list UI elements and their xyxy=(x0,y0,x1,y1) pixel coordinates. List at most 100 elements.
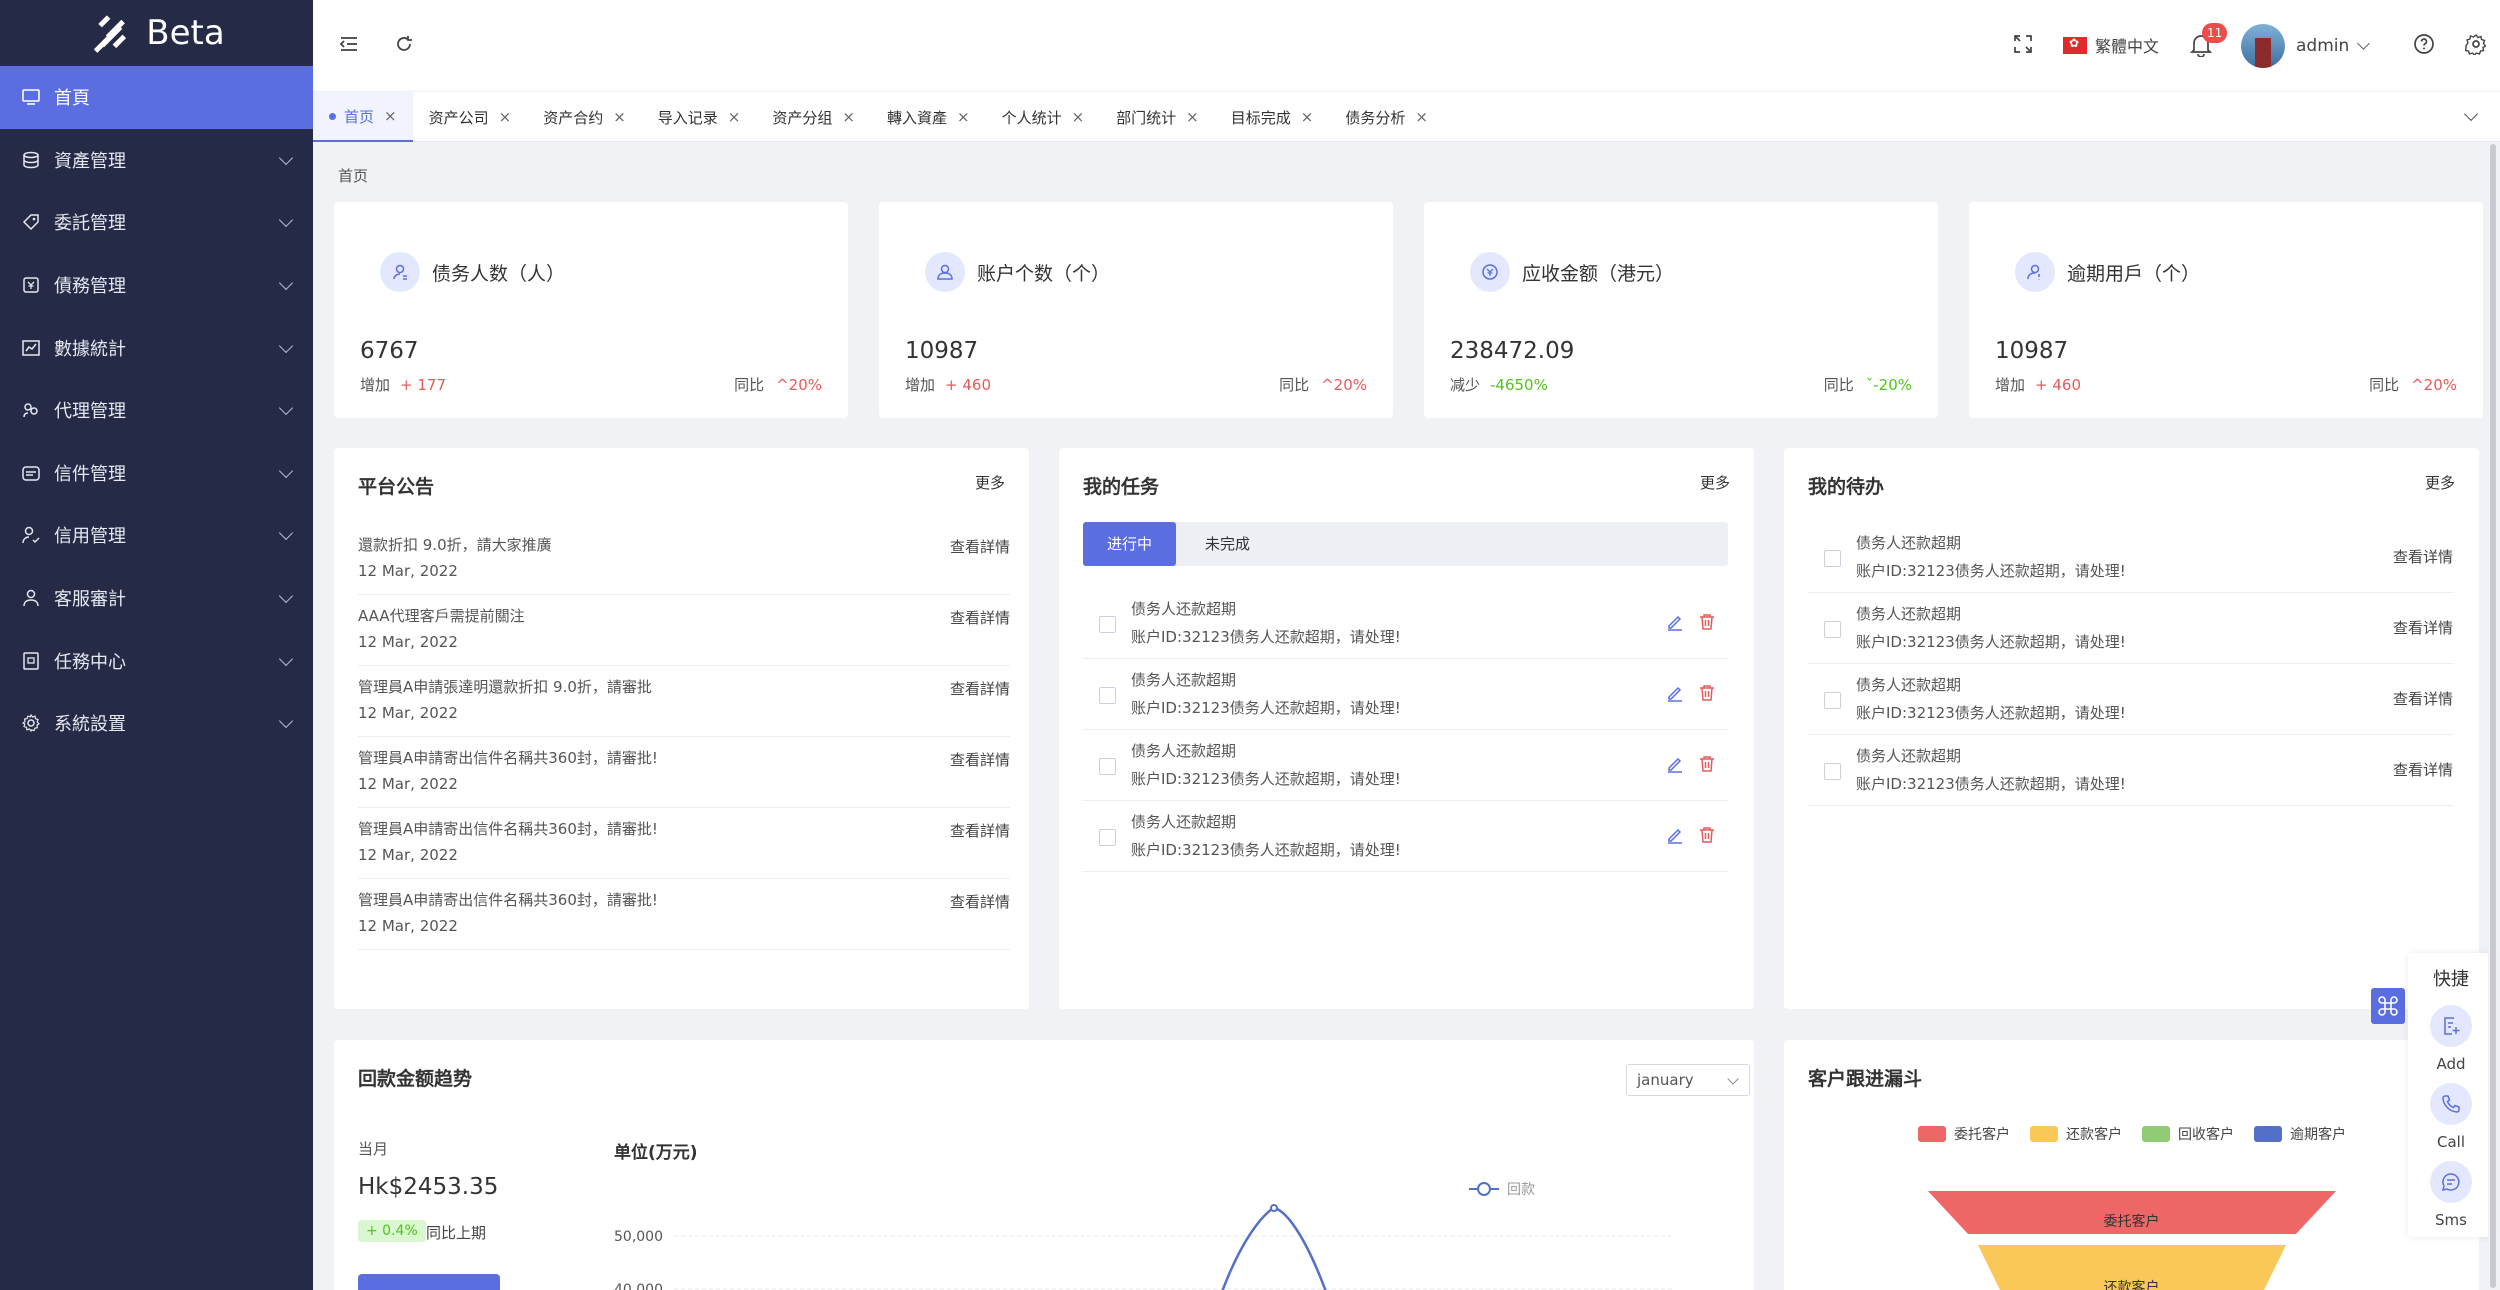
close-icon[interactable]: × xyxy=(613,108,626,126)
task-checkbox[interactable] xyxy=(1099,829,1116,846)
close-icon[interactable]: × xyxy=(1186,108,1199,126)
fullscreen-icon[interactable] xyxy=(2011,32,2035,56)
sidebar-item-8[interactable]: 信用管理 xyxy=(0,504,313,567)
todo-checkbox[interactable] xyxy=(1824,621,1841,638)
series-legend-label[interactable]: 回款 xyxy=(1507,1182,1535,1198)
trash-icon[interactable] xyxy=(1698,684,1716,706)
month-select[interactable]: january xyxy=(1626,1064,1750,1096)
language-switch[interactable]: 繁體中文 xyxy=(2063,33,2159,57)
avatar[interactable] xyxy=(2241,24,2285,68)
sidebar-item-1[interactable]: 首頁 xyxy=(0,66,313,129)
account-icon xyxy=(925,252,965,292)
tab-1[interactable]: 首页 × xyxy=(313,92,413,142)
task-row: 债务人还款超期 账户ID:32123债务人还款超期，请处理! xyxy=(1083,801,1728,872)
task-checkbox[interactable] xyxy=(1099,616,1116,633)
tab-6[interactable]: 轉入資產 × xyxy=(871,92,986,142)
announcement-detail-link[interactable]: 查看詳情 xyxy=(950,891,1010,912)
trend-action-button[interactable] xyxy=(358,1274,500,1290)
announcement-detail-link[interactable]: 查看詳情 xyxy=(950,678,1010,699)
todo-title: 债务人还款超期 xyxy=(1856,605,1962,623)
tab-7[interactable]: 个人统计 × xyxy=(986,92,1101,142)
trend-panel: 回款金额趋势 january 当月 Hk$2453.35 + 0.4% 同比上期… xyxy=(334,1040,1754,1290)
chevron-down-icon[interactable] xyxy=(2357,37,2370,50)
edit-icon[interactable] xyxy=(1666,755,1684,777)
tab-in-progress[interactable]: 进行中 xyxy=(1083,522,1177,566)
tasks-more-link[interactable]: 更多 xyxy=(1700,472,1730,493)
announcements-more-link[interactable]: 更多 xyxy=(975,472,1005,493)
close-icon[interactable]: × xyxy=(1072,108,1085,126)
close-icon[interactable]: × xyxy=(842,108,855,126)
tab-3[interactable]: 资产合约 × xyxy=(527,92,642,142)
todo-detail-link[interactable]: 查看详情 xyxy=(2393,617,2453,638)
sidebar-item-9[interactable]: 客服審計 xyxy=(0,567,313,630)
announcement-detail-link[interactable]: 查看詳情 xyxy=(950,607,1010,628)
trash-icon[interactable] xyxy=(1698,613,1716,635)
quick-add-button[interactable]: Add xyxy=(2408,1005,2494,1073)
close-icon[interactable]: × xyxy=(957,108,970,126)
edit-icon[interactable] xyxy=(1666,684,1684,706)
sidebar-item-7[interactable]: 信件管理 xyxy=(0,442,313,505)
close-icon[interactable]: × xyxy=(1301,108,1314,126)
gear-icon[interactable] xyxy=(2464,32,2488,56)
sidebar-item-11[interactable]: 系統設置 xyxy=(0,692,313,755)
todo-detail-link[interactable]: 查看详情 xyxy=(2393,759,2453,780)
quick-sms-button[interactable]: Sms xyxy=(2408,1161,2494,1229)
edit-icon[interactable] xyxy=(1666,826,1684,848)
quick-sms-label: Sms xyxy=(2435,1211,2467,1229)
todo-detail-link[interactable]: 查看详情 xyxy=(2393,688,2453,709)
tab-2[interactable]: 资产公司 × xyxy=(413,92,528,142)
help-icon[interactable] xyxy=(2412,32,2436,56)
quick-call-button[interactable]: Call xyxy=(2408,1083,2494,1151)
task-checkbox[interactable] xyxy=(1099,758,1116,775)
trash-icon[interactable] xyxy=(1698,826,1716,848)
close-icon[interactable]: × xyxy=(1415,108,1428,126)
tab-incomplete[interactable]: 未完成 xyxy=(1181,522,1274,566)
tab-8[interactable]: 部门统计 × xyxy=(1100,92,1215,142)
sidebar-item-3[interactable]: 委託管理 xyxy=(0,191,313,254)
announcement-detail-link[interactable]: 查看詳情 xyxy=(950,820,1010,841)
user-link-icon xyxy=(22,526,40,544)
todos-more-link[interactable]: 更多 xyxy=(2425,472,2455,493)
database-icon xyxy=(22,151,40,169)
announcement-detail-link[interactable]: 查看詳情 xyxy=(950,536,1010,557)
username[interactable]: admin xyxy=(2296,36,2349,56)
close-icon[interactable]: × xyxy=(384,107,397,125)
scrollbar-thumb[interactable] xyxy=(2490,144,2496,1288)
chevron-down-icon xyxy=(278,213,294,228)
refresh-icon[interactable] xyxy=(392,32,416,56)
todo-checkbox[interactable] xyxy=(1824,550,1841,567)
trend-change-label: 同比上期 xyxy=(426,1224,487,1242)
todo-row: 债务人还款超期 账户ID:32123债务人还款超期，请处理! 查看详情 xyxy=(1808,735,2453,806)
user-icon xyxy=(22,589,40,607)
announcement-date: 12 Mar, 2022 xyxy=(358,562,458,580)
announcement-detail-link[interactable]: 查看詳情 xyxy=(950,749,1010,770)
trend-amount: Hk$2453.35 xyxy=(358,1174,499,1200)
close-icon[interactable]: × xyxy=(499,108,512,126)
announcement-row: 管理員A申請寄出信件名稱共360封，請審批! 12 Mar, 2022 查看詳情 xyxy=(358,808,1010,879)
stat-yoy: 同比 ˇ-20% xyxy=(1824,374,1912,395)
todo-checkbox[interactable] xyxy=(1824,692,1841,709)
edit-icon[interactable] xyxy=(1666,613,1684,635)
tab-5[interactable]: 资产分组 × xyxy=(756,92,871,142)
sidebar-item-6[interactable]: 代理管理 xyxy=(0,379,313,442)
stat-card-2: 账户个数（个） 10987 增加 + 460 同比 ^20% xyxy=(879,202,1393,418)
tab-4[interactable]: 导入记录 × xyxy=(642,92,757,142)
sidebar-item-4[interactable]: 債務管理 xyxy=(0,254,313,317)
trend-title: 回款金额趋势 xyxy=(358,1068,473,1090)
tab-10[interactable]: 债务分析 × xyxy=(1329,92,1444,142)
task-checkbox[interactable] xyxy=(1099,687,1116,704)
menu-fold-icon[interactable] xyxy=(337,32,361,56)
quick-toggle-button[interactable] xyxy=(2371,988,2405,1024)
todo-detail-link[interactable]: 查看详情 xyxy=(2393,546,2453,567)
trash-icon[interactable] xyxy=(1698,755,1716,777)
sidebar-item-2[interactable]: 資產管理 xyxy=(0,129,313,192)
tab-9[interactable]: 目标完成 × xyxy=(1215,92,1330,142)
sidebar-item-10[interactable]: 任務中心 xyxy=(0,629,313,692)
scrollbar[interactable] xyxy=(2488,142,2498,1290)
todo-checkbox[interactable] xyxy=(1824,763,1841,780)
sidebar-item-5[interactable]: 數據統計 xyxy=(0,316,313,379)
announcement-text: 管理員A申請寄出信件名稱共360封，請審批! xyxy=(358,820,658,838)
close-icon[interactable]: × xyxy=(728,108,741,126)
logo[interactable]: Beta xyxy=(0,0,313,66)
stat-yoy-label: 同比 xyxy=(2369,376,2400,394)
